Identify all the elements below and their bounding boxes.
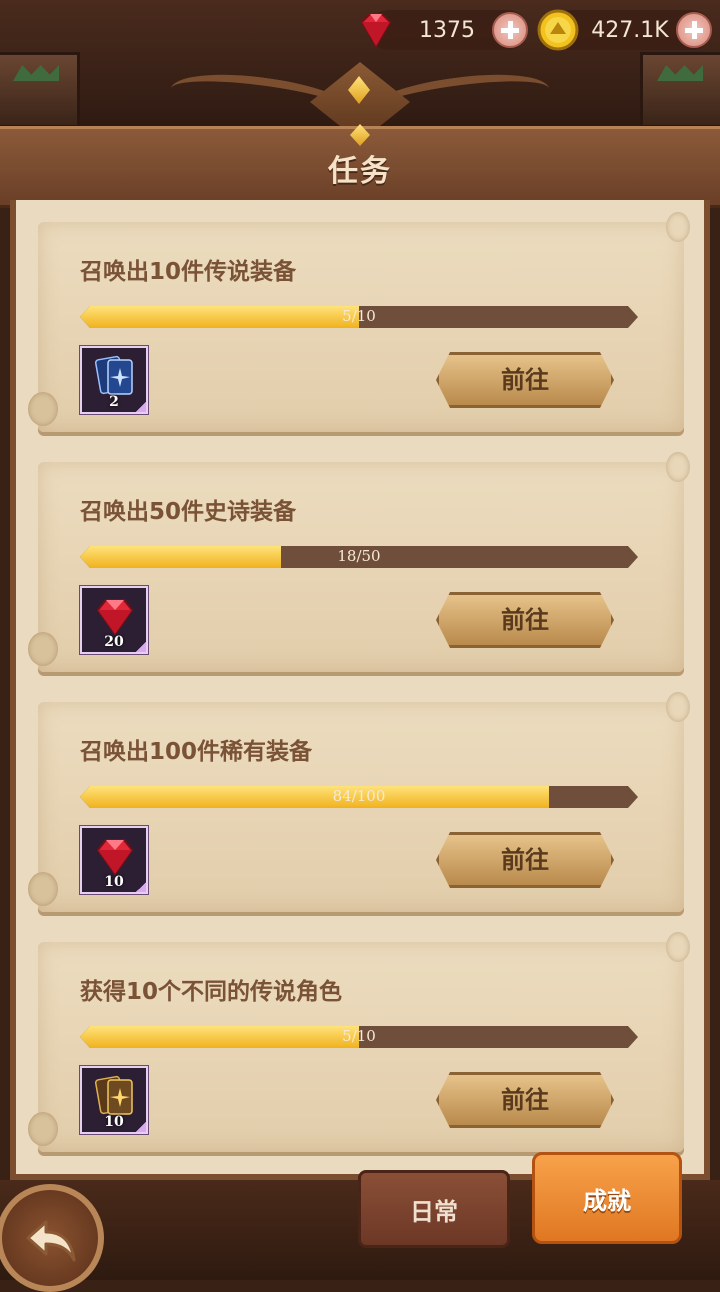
reward-count: 20 xyxy=(104,634,124,650)
gem-currency: 1375 xyxy=(360,10,528,50)
gold-count: 427.1K xyxy=(591,18,669,43)
left-pillar-decoration xyxy=(0,52,80,128)
task-card: 召唤出10件传说装备 5/10 2 前往 xyxy=(28,212,690,432)
add-gems-button[interactable] xyxy=(492,12,528,48)
progress-text: 5/10 xyxy=(342,307,376,325)
reward-item[interactable]: 10 xyxy=(80,826,148,894)
go-button[interactable]: 前往 xyxy=(436,832,614,888)
gold-currency: 427.1K xyxy=(537,9,712,51)
tab-daily[interactable]: 日常 xyxy=(358,1170,510,1248)
progress-bar: 18/50 xyxy=(80,546,638,568)
back-arrow-icon xyxy=(26,1220,76,1262)
gold-coin-icon xyxy=(537,9,579,51)
reward-count: 2 xyxy=(109,394,119,410)
task-card: 获得10个不同的传说角色 5/10 10 前往 xyxy=(28,932,690,1152)
progress-bar: 84/100 xyxy=(80,786,638,808)
reward-count: 10 xyxy=(104,1114,124,1130)
progress-bar: 5/10 xyxy=(80,306,638,328)
task-title: 获得10个不同的传说角色 xyxy=(80,979,343,1005)
task-title: 召唤出100件稀有装备 xyxy=(80,739,313,765)
progress-text: 5/10 xyxy=(342,1027,376,1045)
task-card: 召唤出100件稀有装备 84/100 10 前往 xyxy=(28,692,690,912)
progress-bar: 5/10 xyxy=(80,1026,638,1048)
right-pillar-decoration xyxy=(640,52,720,128)
add-gold-button[interactable] xyxy=(676,12,712,48)
reward-count: 10 xyxy=(104,874,124,890)
task-title: 召唤出50件史诗装备 xyxy=(80,499,297,525)
go-button[interactable]: 前往 xyxy=(436,592,614,648)
task-title: 召唤出10件传说装备 xyxy=(80,259,297,285)
progress-text: 18/50 xyxy=(337,547,381,565)
go-button[interactable]: 前往 xyxy=(436,1072,614,1128)
reward-item[interactable]: 2 xyxy=(80,346,148,414)
reward-item[interactable]: 20 xyxy=(80,586,148,654)
page-title: 任务 xyxy=(328,154,392,189)
reward-item[interactable]: 10 xyxy=(80,1066,148,1134)
go-button[interactable]: 前往 xyxy=(436,352,614,408)
tab-achievements[interactable]: 成就 xyxy=(532,1152,682,1244)
back-button[interactable] xyxy=(0,1184,104,1292)
progress-text: 84/100 xyxy=(332,787,386,805)
task-card: 召唤出50件史诗装备 18/50 20 前往 xyxy=(28,452,690,672)
gem-count: 1375 xyxy=(419,18,475,43)
ruby-gem-icon xyxy=(360,13,392,48)
